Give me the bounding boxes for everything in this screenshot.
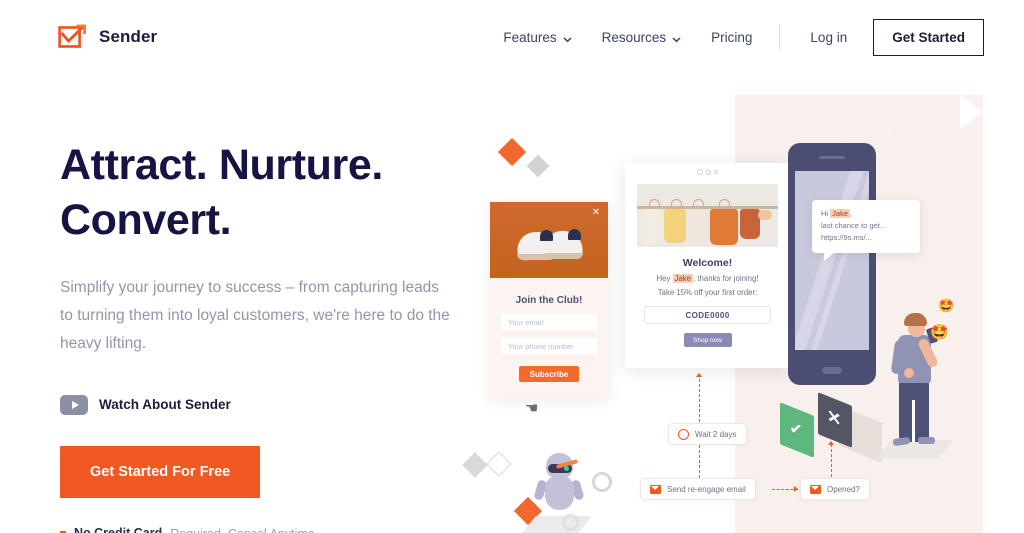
phone-mockup xyxy=(788,143,876,385)
headline-line-1: Attract. Nurture. xyxy=(60,141,383,189)
decorative-diamond-gray xyxy=(526,154,550,178)
get-started-button[interactable]: Get Started xyxy=(873,18,984,56)
landing-page: Sender Features Resources Pricing Log in… xyxy=(0,0,1024,533)
email-greeting-pre: Hey xyxy=(656,274,673,283)
main-navigation: Features Resources Pricing Log in Get St… xyxy=(488,18,984,56)
watch-video-link[interactable]: Watch About Sender xyxy=(60,394,460,415)
sneakers-image: ✕ xyxy=(490,202,608,278)
no-credit-card-rest: Required. Cancel Anytime. xyxy=(170,527,318,533)
sms-greeting-post: , xyxy=(850,209,853,218)
popup-title: Join the Club! xyxy=(515,295,583,306)
page-title: Attract. Nurture. Convert. xyxy=(60,138,460,248)
hand-cursor-icon: ☚ xyxy=(525,400,539,417)
sms-line-2: last chance to get... xyxy=(821,220,887,230)
hero-illustration: ✕ Join the Club! Your email Your phone n… xyxy=(440,74,1024,533)
welcome-email-card: Welcome! Hey Jake, thanks for joining! T… xyxy=(625,163,790,368)
nav-label: Pricing xyxy=(711,29,753,45)
no-credit-card-strong: No Credit Card xyxy=(74,526,162,533)
email-greeting: Hey Jake, thanks for joining! xyxy=(625,274,790,283)
nav-label: Features xyxy=(503,29,557,45)
nav-item-resources[interactable]: Resources xyxy=(587,30,697,45)
workflow-node-opened[interactable]: Opened? xyxy=(800,478,870,500)
sms-greeting-pre: Hi xyxy=(821,209,831,218)
flow-arrow-icon xyxy=(696,373,702,377)
clothing-rack-image xyxy=(637,184,778,247)
panel-notch xyxy=(960,95,984,129)
workflow-node-label: Wait 2 days xyxy=(695,429,737,439)
brand-logo[interactable]: Sender xyxy=(58,23,157,51)
headline-line-2: Convert. xyxy=(60,196,232,245)
brand-name: Sender xyxy=(99,27,158,46)
flow-arrow-icon xyxy=(794,486,798,492)
close-icon[interactable]: ✕ xyxy=(592,208,600,218)
sms-line-3: https://9s.ms/... xyxy=(821,232,872,242)
site-header: Sender Features Resources Pricing Log in… xyxy=(0,0,1024,74)
envelope-icon xyxy=(810,484,821,494)
email-offer-line: Take 15% off your first order: xyxy=(657,288,758,297)
decorative-diamond-outline xyxy=(486,451,512,477)
x-icon: ✕ xyxy=(827,405,842,431)
alarm-clock-icon xyxy=(678,428,689,440)
email-title: Welcome! xyxy=(682,257,733,269)
popup-phone-input[interactable]: Your phone number xyxy=(501,338,597,354)
chevron-down-icon xyxy=(672,32,681,42)
check-icon: ✓ xyxy=(789,416,804,442)
popup-email-input[interactable]: Your email xyxy=(501,314,597,330)
workflow-node-label: Send re-engage email xyxy=(667,484,746,494)
sms-line-1: Hi Jake, xyxy=(821,208,911,220)
hero-content: Attract. Nurture. Convert. Simplify your… xyxy=(60,138,460,533)
gear-icon xyxy=(562,514,579,531)
decorative-diamond-gray xyxy=(462,452,488,478)
no-credit-card-note: No Credit Card Required. Cancel Anytime. xyxy=(60,526,460,533)
sms-message-bubble: Hi Jake, last chance to get... https://9… xyxy=(812,200,920,261)
nav-item-pricing[interactable]: Pricing xyxy=(696,30,767,45)
nav-divider xyxy=(779,24,781,50)
get-started-free-button[interactable]: Get Started For Free xyxy=(60,445,261,498)
login-link[interactable]: Log in xyxy=(792,30,865,45)
flow-connector xyxy=(699,374,700,422)
nav-label: Resources xyxy=(601,29,667,45)
sms-merge-tag: Jake xyxy=(830,209,851,218)
email-shop-now-button[interactable]: Shop now xyxy=(683,333,732,347)
hero-subtitle: Simplify your journey to success – from … xyxy=(60,279,450,353)
flow-connector xyxy=(831,444,832,477)
star-struck-emoji: 🤩 xyxy=(930,324,949,341)
play-icon xyxy=(60,394,88,415)
email-greeting-post: , thanks for joining! xyxy=(693,274,759,283)
envelope-icon xyxy=(650,484,661,494)
watch-video-label: Watch About Sender xyxy=(99,397,231,413)
workflow-node-send-email[interactable]: Send re-engage email xyxy=(640,478,756,500)
flow-arrow-icon xyxy=(828,441,834,445)
email-merge-tag: Jake xyxy=(672,274,694,283)
star-struck-emoji: 🤩 xyxy=(938,298,955,313)
workflow-node-wait[interactable]: Wait 2 days xyxy=(668,423,747,445)
nav-item-features[interactable]: Features xyxy=(488,30,586,45)
decorative-diamond-orange xyxy=(497,137,527,167)
email-coupon-code: CODE0000 xyxy=(644,306,771,324)
envelope-check-arrow-icon xyxy=(58,23,88,51)
browser-dots-icon xyxy=(625,163,790,181)
popup-subscribe-button[interactable]: Subscribe xyxy=(519,366,579,382)
gear-icon xyxy=(592,472,612,492)
flow-connector xyxy=(699,445,700,478)
workflow-node-label: Opened? xyxy=(827,484,860,494)
chevron-down-icon xyxy=(563,32,572,42)
signup-popup-card: ✕ Join the Club! Your email Your phone n… xyxy=(490,202,608,398)
